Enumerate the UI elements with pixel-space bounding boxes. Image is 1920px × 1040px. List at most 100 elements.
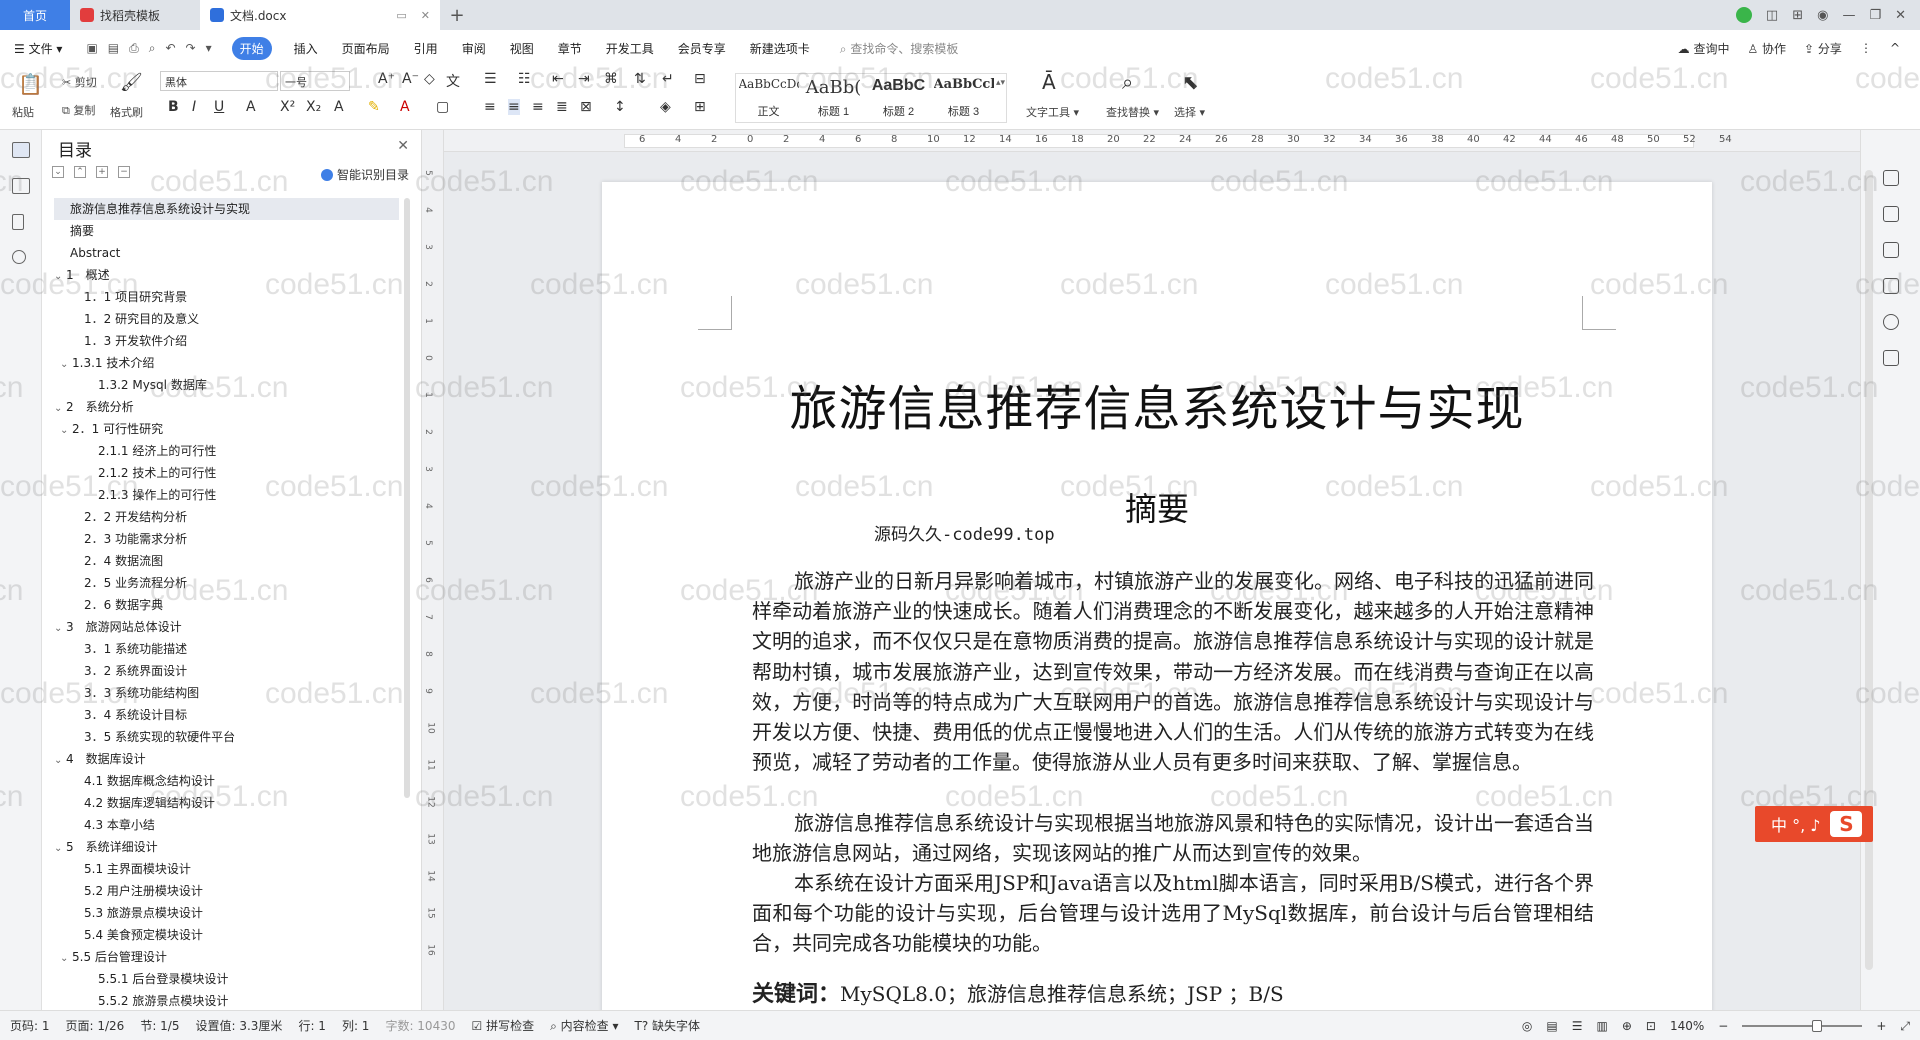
zoom-slider-handle[interactable] bbox=[1812, 1020, 1823, 1032]
toc-item[interactable]: 5.4 美食预定模块设计 bbox=[54, 924, 399, 946]
borders-icon[interactable]: ⊞ bbox=[694, 99, 706, 115]
toc-item[interactable]: 旅游信息推荐信息系统设计与实现 bbox=[54, 198, 399, 220]
style-normal[interactable]: AaBbCcDd 正文 bbox=[736, 74, 801, 122]
page-view-icon[interactable]: ▤ bbox=[1546, 1019, 1557, 1033]
sort-icon[interactable]: ⇅ bbox=[634, 71, 646, 87]
collab-button[interactable]: ♙ 协作 bbox=[1747, 40, 1786, 57]
italic-icon[interactable]: I bbox=[192, 99, 196, 115]
toc-item[interactable]: 3．3 系统功能结构图 bbox=[54, 682, 399, 704]
toc-item[interactable]: 2.1.1 经济上的可行性 bbox=[54, 440, 399, 462]
status-row[interactable]: 行: 1 bbox=[298, 1017, 326, 1034]
status-section[interactable]: 节: 1/5 bbox=[140, 1017, 179, 1034]
toc-item[interactable]: ⌄ 1.3.1 技术介绍 bbox=[54, 352, 399, 374]
justify-icon[interactable]: ≣ bbox=[556, 99, 568, 115]
zoom-in-icon[interactable]: + bbox=[1876, 1019, 1886, 1033]
toc-item[interactable]: 2.1.3 操作上的可行性 bbox=[54, 484, 399, 506]
copy-button[interactable]: ⧉ 复制 bbox=[62, 102, 95, 118]
menu-home[interactable]: 开始 bbox=[231, 36, 272, 60]
status-page-code[interactable]: 页码: 1 bbox=[10, 1017, 50, 1034]
toc-item[interactable]: 2．6 数据字典 bbox=[54, 594, 399, 616]
minimize-icon[interactable]: — bbox=[1842, 8, 1855, 23]
content-check-button[interactable]: ⌕ 内容检查 ▾ bbox=[550, 1017, 618, 1034]
menu-page-layout[interactable]: 页面布局 bbox=[342, 40, 390, 57]
style-heading-2[interactable]: AaBbC 标题 2 bbox=[866, 74, 931, 122]
toc-expand-icon[interactable]: ⌃ bbox=[74, 166, 86, 178]
menu-references[interactable]: 引用 bbox=[414, 40, 438, 57]
decrease-indent-icon[interactable]: ⇤ bbox=[552, 71, 564, 87]
style-heading-3[interactable]: AaBbCcl 标题 3 bbox=[931, 74, 996, 122]
clear-format-icon[interactable]: ◇ bbox=[424, 71, 435, 87]
char-border-icon[interactable]: ▢ bbox=[436, 99, 449, 115]
toc-item[interactable]: 3．2 系统界面设计 bbox=[54, 660, 399, 682]
menu-developer[interactable]: 开发工具 bbox=[606, 40, 654, 57]
toc-item[interactable]: 2.1.2 技术上的可行性 bbox=[54, 462, 399, 484]
underline-icon[interactable]: U bbox=[214, 99, 224, 115]
zoom-level[interactable]: 140% bbox=[1670, 1019, 1704, 1033]
toc-item[interactable]: 1.3.2 Mysql 数据库 bbox=[54, 374, 399, 396]
status-col[interactable]: 列: 1 bbox=[342, 1017, 370, 1034]
web-view-icon[interactable]: ⊕ bbox=[1622, 1019, 1632, 1033]
nav-panel-icon[interactable] bbox=[12, 178, 30, 194]
increase-indent-icon[interactable]: ⇥ bbox=[578, 71, 590, 87]
toc-item[interactable]: 5.5.2 旅游景点模块设计 bbox=[54, 990, 399, 1012]
grow-font-icon[interactable]: A⁺ bbox=[378, 71, 395, 87]
save-icon[interactable]: ▣ bbox=[86, 41, 97, 56]
menu-file[interactable]: ☰ 文件 ▾ bbox=[14, 40, 62, 57]
toc-item[interactable]: ⌄ 3 旅游网站总体设计 bbox=[54, 616, 399, 638]
align-right-icon[interactable]: ≡ bbox=[532, 99, 544, 115]
toc-item[interactable]: 1．1 项目研究背景 bbox=[54, 286, 399, 308]
align-left-icon[interactable]: ≡ bbox=[484, 99, 496, 115]
cut-button[interactable]: ✂ 剪切 bbox=[62, 74, 97, 90]
toc-expand-arrow-icon[interactable]: ⌄ bbox=[60, 354, 72, 376]
line-spacing-icon[interactable]: ↕ bbox=[614, 99, 626, 115]
fit-page-icon[interactable]: ⊡ bbox=[1646, 1019, 1656, 1033]
toc-expand-arrow-icon[interactable]: ⌄ bbox=[54, 838, 66, 860]
menu-review[interactable]: 审阅 bbox=[462, 40, 486, 57]
style-heading-1[interactable]: AaBb(标题 1 bbox=[801, 74, 866, 122]
strikethrough-icon[interactable]: A bbox=[246, 99, 256, 115]
menu-insert[interactable]: 插入 bbox=[294, 40, 318, 57]
zoom-slider[interactable] bbox=[1742, 1020, 1863, 1032]
outline-view-icon[interactable]: ☰ bbox=[1572, 1019, 1583, 1033]
pinyin-icon[interactable]: 文 bbox=[446, 71, 460, 91]
toc-item[interactable]: ⌄ 5 系统详细设计 bbox=[54, 836, 399, 858]
edit-pen-icon[interactable] bbox=[1883, 170, 1899, 186]
toc-item[interactable]: Abstract bbox=[54, 242, 399, 264]
preview-icon[interactable]: ⌕ bbox=[149, 41, 156, 56]
status-page[interactable]: 页面: 1/26 bbox=[66, 1017, 125, 1034]
bold-icon[interactable]: B bbox=[168, 99, 179, 115]
find-replace-button[interactable]: 查找替换 ▾ bbox=[1106, 104, 1159, 120]
menu-view[interactable]: 视图 bbox=[510, 40, 534, 57]
zoom-out-icon[interactable]: − bbox=[1718, 1019, 1728, 1033]
toc-item[interactable]: 3．4 系统设计目标 bbox=[54, 704, 399, 726]
toc-item[interactable]: 5.1 主界面模块设计 bbox=[54, 858, 399, 880]
undo-icon[interactable]: ↶ bbox=[165, 41, 175, 56]
toc-item[interactable]: 4.2 数据库逻辑结构设计 bbox=[54, 792, 399, 814]
upgrade-icon[interactable] bbox=[1735, 7, 1752, 23]
toc-item[interactable]: 5.3 旅游景点模块设计 bbox=[54, 902, 399, 924]
tab-close-icon[interactable]: ✕ bbox=[421, 9, 430, 22]
select-cursor-icon[interactable]: ⬉ bbox=[1182, 70, 1199, 94]
read-view-icon[interactable]: ▥ bbox=[1596, 1019, 1607, 1033]
toc-item[interactable]: 4.3 本章小结 bbox=[54, 814, 399, 836]
layout-icon[interactable]: ◫ bbox=[1766, 8, 1778, 23]
bookmark-icon[interactable] bbox=[12, 214, 24, 230]
toc-item[interactable]: 5.2 用户注册模块设计 bbox=[54, 880, 399, 902]
toc-item[interactable]: ⌄ 4 数据库设计 bbox=[54, 748, 399, 770]
search-icon[interactable] bbox=[12, 250, 26, 264]
show-marks-icon[interactable]: ↵ bbox=[662, 71, 674, 87]
tab-stops-icon[interactable]: ⊟ bbox=[694, 71, 706, 87]
superscript-icon[interactable]: X² bbox=[280, 99, 295, 115]
align-center-icon[interactable]: ≡ bbox=[508, 99, 520, 115]
toc-expand-arrow-icon[interactable]: ⌄ bbox=[60, 948, 72, 970]
tab-home[interactable]: 首页 bbox=[0, 0, 70, 30]
toc-item[interactable]: ⌄ 2 系统分析 bbox=[54, 396, 399, 418]
missing-font-button[interactable]: T? 缺失字体 bbox=[634, 1017, 700, 1034]
shrink-font-icon[interactable]: A⁻ bbox=[402, 71, 419, 87]
tab-document[interactable]: 文档.docx ▭ ✕ bbox=[200, 0, 440, 30]
format-painter-icon[interactable]: 🖌 bbox=[120, 72, 143, 93]
shading-icon[interactable]: ◈ bbox=[660, 99, 671, 115]
toc-expand-arrow-icon[interactable]: ⌄ bbox=[60, 420, 72, 442]
font-name-select[interactable]: 黑体 bbox=[160, 71, 278, 91]
menu-section[interactable]: 章节 bbox=[558, 40, 582, 57]
